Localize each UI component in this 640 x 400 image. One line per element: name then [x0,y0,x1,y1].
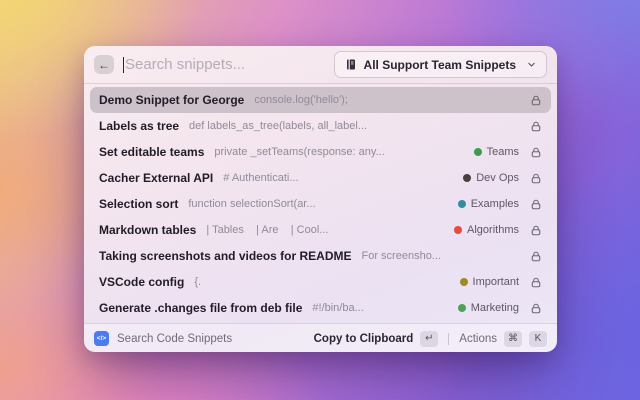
snippet-tag: Algorithms [454,224,519,236]
tag-color-dot [454,226,463,234]
window-footer: </> Search Code Snippets Copy to Clipboa… [84,323,557,352]
snippet-title: Generate .changes file from deb file [99,301,303,315]
snippet-row[interactable]: Demo Snippet for George console.log('hel… [90,87,551,113]
snippet-title: Labels as tree [99,119,180,133]
tag-color-dot [463,174,472,182]
lock-icon [530,276,542,289]
snippet-search-window: ← All Support Team Snippets Demo Snippet… [84,46,557,352]
snippet-row[interactable]: Markdown tables | Tables | Are | Cool...… [90,217,551,243]
snippet-code-preview: def labels_as_tree(labels, all_label... [189,120,367,132]
snippet-row[interactable]: Labels as tree def labels_as_tree(labels… [90,113,551,139]
search-area [123,56,325,73]
snippet-code-preview: function selectionSort(ar... [188,198,316,210]
tag-label: Dev Ops [476,172,519,184]
tag-color-dot [457,200,466,208]
snippet-row[interactable]: Generate .changes file from deb file #!/… [90,295,551,321]
lock-icon [530,224,542,237]
search-input[interactable] [125,56,325,73]
snippet-tag: Examples [457,198,519,210]
lock-icon [530,120,542,133]
footer-app-name: Search Code Snippets [117,332,233,345]
snippet-code-preview: private _setTeams(response: any... [214,146,385,158]
text-caret [123,56,124,73]
back-button[interactable]: ← [94,55,114,74]
k-key-badge: K [529,330,547,347]
snippet-collection-dropdown[interactable]: All Support Team Snippets [333,51,547,78]
snippet-row[interactable]: Selection sort function selectionSort(ar… [90,191,551,217]
actions-label: Actions [459,332,497,345]
snippet-code-preview: #!/bin/ba... [312,302,364,314]
snippet-code-preview: For screensho... [361,250,441,262]
lock-icon [530,302,542,315]
copy-to-clipboard-action[interactable]: Copy to Clipboard ↵ [313,330,439,347]
snippet-title: Selection sort [99,197,179,211]
enter-key-badge: ↵ [420,330,439,347]
snippet-tag: Important [459,276,519,288]
snippet-title: Demo Snippet for George [99,93,245,107]
snippet-title: Markdown tables [99,223,197,237]
dropdown-label: All Support Team Snippets [363,57,516,72]
footer-divider [448,332,450,345]
snippet-title: Cacher External API [99,171,214,185]
tag-color-dot [473,148,482,156]
tag-color-dot [457,304,466,312]
actions-menu-trigger[interactable]: Actions ⌘ K [459,330,547,347]
lock-icon [530,172,542,185]
snippet-tag: Marketing [457,302,519,314]
tag-color-dot [459,278,468,286]
lock-icon [530,198,542,211]
tag-label: Important [472,276,519,288]
snippet-code-preview: console.log('hello'); [254,94,348,106]
back-arrow-icon: ← [98,57,110,72]
chevron-down-icon [527,60,536,69]
snippet-tag: Dev Ops [463,172,519,184]
snippet-code-preview: {. [194,276,202,288]
snippet-list: Demo Snippet for George console.log('hel… [84,84,557,323]
snippet-code-preview: | Tables | Are | Cool... [206,224,329,236]
snippet-row[interactable]: Cacher External API # Authenticati... De… [90,165,551,191]
snippet-title: Taking screenshots and videos for README [99,249,352,263]
tag-label: Algorithms [467,224,519,236]
snippet-row[interactable]: Set editable teams private _setTeams(res… [90,139,551,165]
snippet-row[interactable]: VSCode config {. Important [90,269,551,295]
lock-icon [530,250,542,263]
primary-action-label: Copy to Clipboard [313,332,414,345]
tag-label: Marketing [470,302,519,314]
command-key-badge: ⌘ [504,330,522,347]
window-header: ← All Support Team Snippets [84,46,557,84]
snippet-code-preview: # Authenticati... [223,172,299,184]
collection-book-icon [345,58,357,71]
snippet-title: Set editable teams [99,145,205,159]
snippet-row[interactable]: Taking screenshots and videos for README… [90,243,551,269]
code-snippets-app-icon: </> [94,331,109,346]
tag-label: Teams [486,146,519,158]
snippet-title: VSCode config [99,275,185,289]
lock-icon [530,94,542,107]
tag-label: Examples [470,198,519,210]
lock-icon [530,146,542,159]
snippet-tag: Teams [473,146,519,158]
